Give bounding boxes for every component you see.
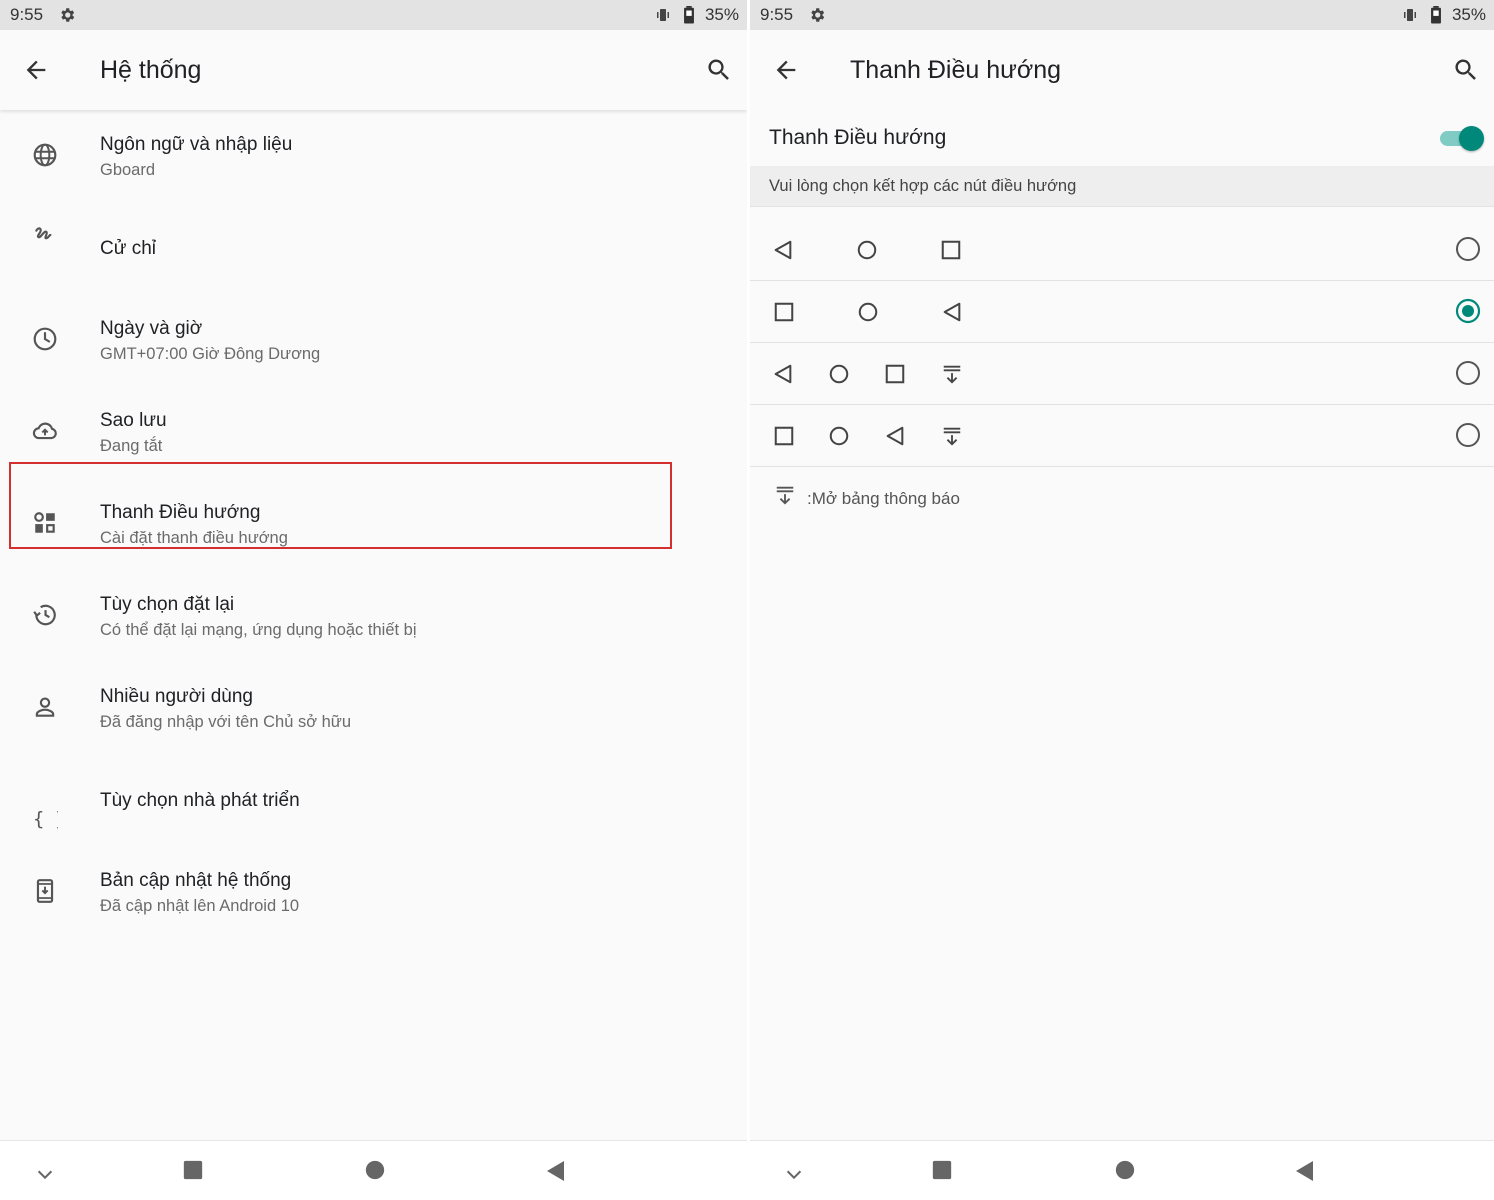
legend-text: :Mở bảng thông báo <box>807 489 960 508</box>
legend-row: :Mở bảng thông báo <box>750 484 1494 514</box>
recents-icon <box>774 302 794 322</box>
navigation-bar-screen: 9:55 35% Thanh Điều hướng Thanh Điều hướ… <box>750 0 1494 1200</box>
radio-button[interactable] <box>1455 422 1481 448</box>
item-subtitle: Đang tắt <box>100 437 163 455</box>
status-bar: 9:55 35% <box>0 0 747 30</box>
settings-item-date-time[interactable]: Ngày và giờ GMT+07:00 Giờ Đông Dương <box>0 294 747 386</box>
settings-item-developer-options[interactable]: { } Tùy chọn nhà phát triển <box>0 754 747 846</box>
radio-button[interactable] <box>1455 236 1481 262</box>
item-subtitle: GMT+07:00 Giờ Đông Dương <box>100 345 321 363</box>
braces-icon: { } <box>33 810 58 831</box>
notification-shade-icon <box>776 486 794 505</box>
battery-icon <box>684 6 694 24</box>
settings-item-gestures[interactable]: Cử chỉ <box>0 202 747 294</box>
notification-shade-icon <box>943 365 961 384</box>
navigation-bar-switch[interactable] <box>1438 124 1484 152</box>
combo-option-2[interactable] <box>750 281 1494 343</box>
chevron-down-icon[interactable] <box>783 1163 805 1185</box>
home-button[interactable] <box>364 1159 386 1181</box>
globe-icon <box>33 143 57 167</box>
history-icon <box>33 604 56 626</box>
search-icon[interactable] <box>705 56 733 84</box>
item-subtitle: Đã đăng nhập với tên Chủ sở hữu <box>100 713 352 731</box>
item-title: Ngày và giờ <box>100 318 203 339</box>
back-arrow-icon[interactable] <box>22 56 50 84</box>
system-settings-screen: 9:55 35% Hệ thống Ngôn ngữ và nhập liệu … <box>0 0 747 1200</box>
home-icon <box>829 426 849 446</box>
back-arrow-icon[interactable] <box>772 56 800 84</box>
gesture-icon <box>35 227 52 240</box>
radio-button[interactable] <box>1455 360 1481 386</box>
settings-gear-icon <box>61 8 75 22</box>
combo-option-3[interactable] <box>750 343 1494 405</box>
hint-text: Vui lòng chọn kết hợp các nút điều hướng <box>769 177 1077 195</box>
system-nav-bar <box>0 1140 747 1200</box>
system-update-icon <box>36 879 54 903</box>
home-icon <box>857 240 877 260</box>
item-title: Tùy chọn nhà phát triển <box>100 790 300 811</box>
highlight-box <box>9 462 672 549</box>
radio-button-selected[interactable] <box>1455 298 1481 324</box>
settings-item-system-update[interactable]: Bản cập nhật hệ thống Đã cập nhật lên An… <box>0 846 747 938</box>
status-time: 9:55 <box>760 5 794 24</box>
settings-gear-icon <box>811 8 825 22</box>
settings-item-reset-options[interactable]: Tùy chọn đặt lại Có thể đặt lại mạng, ứn… <box>0 570 747 662</box>
home-icon <box>858 302 878 322</box>
settings-item-language[interactable]: Ngôn ngữ và nhập liệu Gboard <box>0 110 747 202</box>
recents-icon <box>885 364 905 384</box>
back-icon <box>886 426 904 446</box>
status-bar: 9:55 35% <box>750 0 1494 30</box>
recents-icon <box>774 426 794 446</box>
item-title: Bản cập nhật hệ thống <box>100 870 292 891</box>
chevron-down-icon[interactable] <box>34 1163 56 1185</box>
battery-percent: 35% <box>704 5 739 24</box>
back-icon <box>774 364 792 384</box>
combo-option-1[interactable] <box>750 219 1494 281</box>
cloud-upload-icon <box>32 422 57 440</box>
clock-icon <box>33 327 57 351</box>
battery-percent: 35% <box>1451 5 1486 24</box>
vibrate-icon <box>656 9 669 21</box>
svg-text:{ }: { } <box>33 810 58 831</box>
navigation-bar-toggle-row[interactable]: Thanh Điều hướng <box>750 110 1494 167</box>
item-subtitle: Gboard <box>100 161 156 179</box>
app-bar: Hệ thống <box>0 30 747 110</box>
vibrate-icon <box>1403 9 1416 21</box>
battery-icon <box>1431 6 1441 24</box>
combination-hint: Vui lòng chọn kết hợp các nút điều hướng <box>750 166 1494 207</box>
item-title: Ngôn ngữ và nhập liệu <box>100 134 293 155</box>
recents-icon <box>941 240 961 260</box>
item-title: Nhiều người dùng <box>100 686 254 707</box>
back-button[interactable] <box>1293 1159 1317 1183</box>
settings-item-multiple-users[interactable]: Nhiều người dùng Đã đăng nhập với tên Ch… <box>0 662 747 754</box>
item-subtitle: Đã cập nhật lên Android 10 <box>100 897 300 915</box>
item-title: Tùy chọn đặt lại <box>100 594 235 615</box>
item-title: Cử chỉ <box>100 238 157 259</box>
combo-option-4[interactable] <box>750 405 1494 467</box>
system-nav-bar <box>750 1140 1494 1200</box>
notification-shade-icon <box>943 427 961 446</box>
item-title: Sao lưu <box>100 410 167 431</box>
recents-button[interactable] <box>931 1159 953 1181</box>
recents-button[interactable] <box>182 1159 204 1181</box>
back-icon <box>943 302 961 322</box>
page-title: Thanh Điều hướng <box>850 56 1062 84</box>
back-button[interactable] <box>544 1159 568 1183</box>
home-icon <box>829 364 849 384</box>
home-button[interactable] <box>1114 1159 1136 1181</box>
search-icon[interactable] <box>1452 56 1480 84</box>
toggle-label: Thanh Điều hướng <box>769 126 947 149</box>
back-icon <box>774 240 792 260</box>
app-bar: Thanh Điều hướng <box>750 30 1494 110</box>
person-icon <box>35 697 55 717</box>
status-time: 9:55 <box>10 5 44 24</box>
page-title: Hệ thống <box>100 56 202 84</box>
item-subtitle: Có thể đặt lại mạng, ứng dụng hoặc thiết… <box>100 621 417 639</box>
switch-thumb <box>1459 126 1484 151</box>
